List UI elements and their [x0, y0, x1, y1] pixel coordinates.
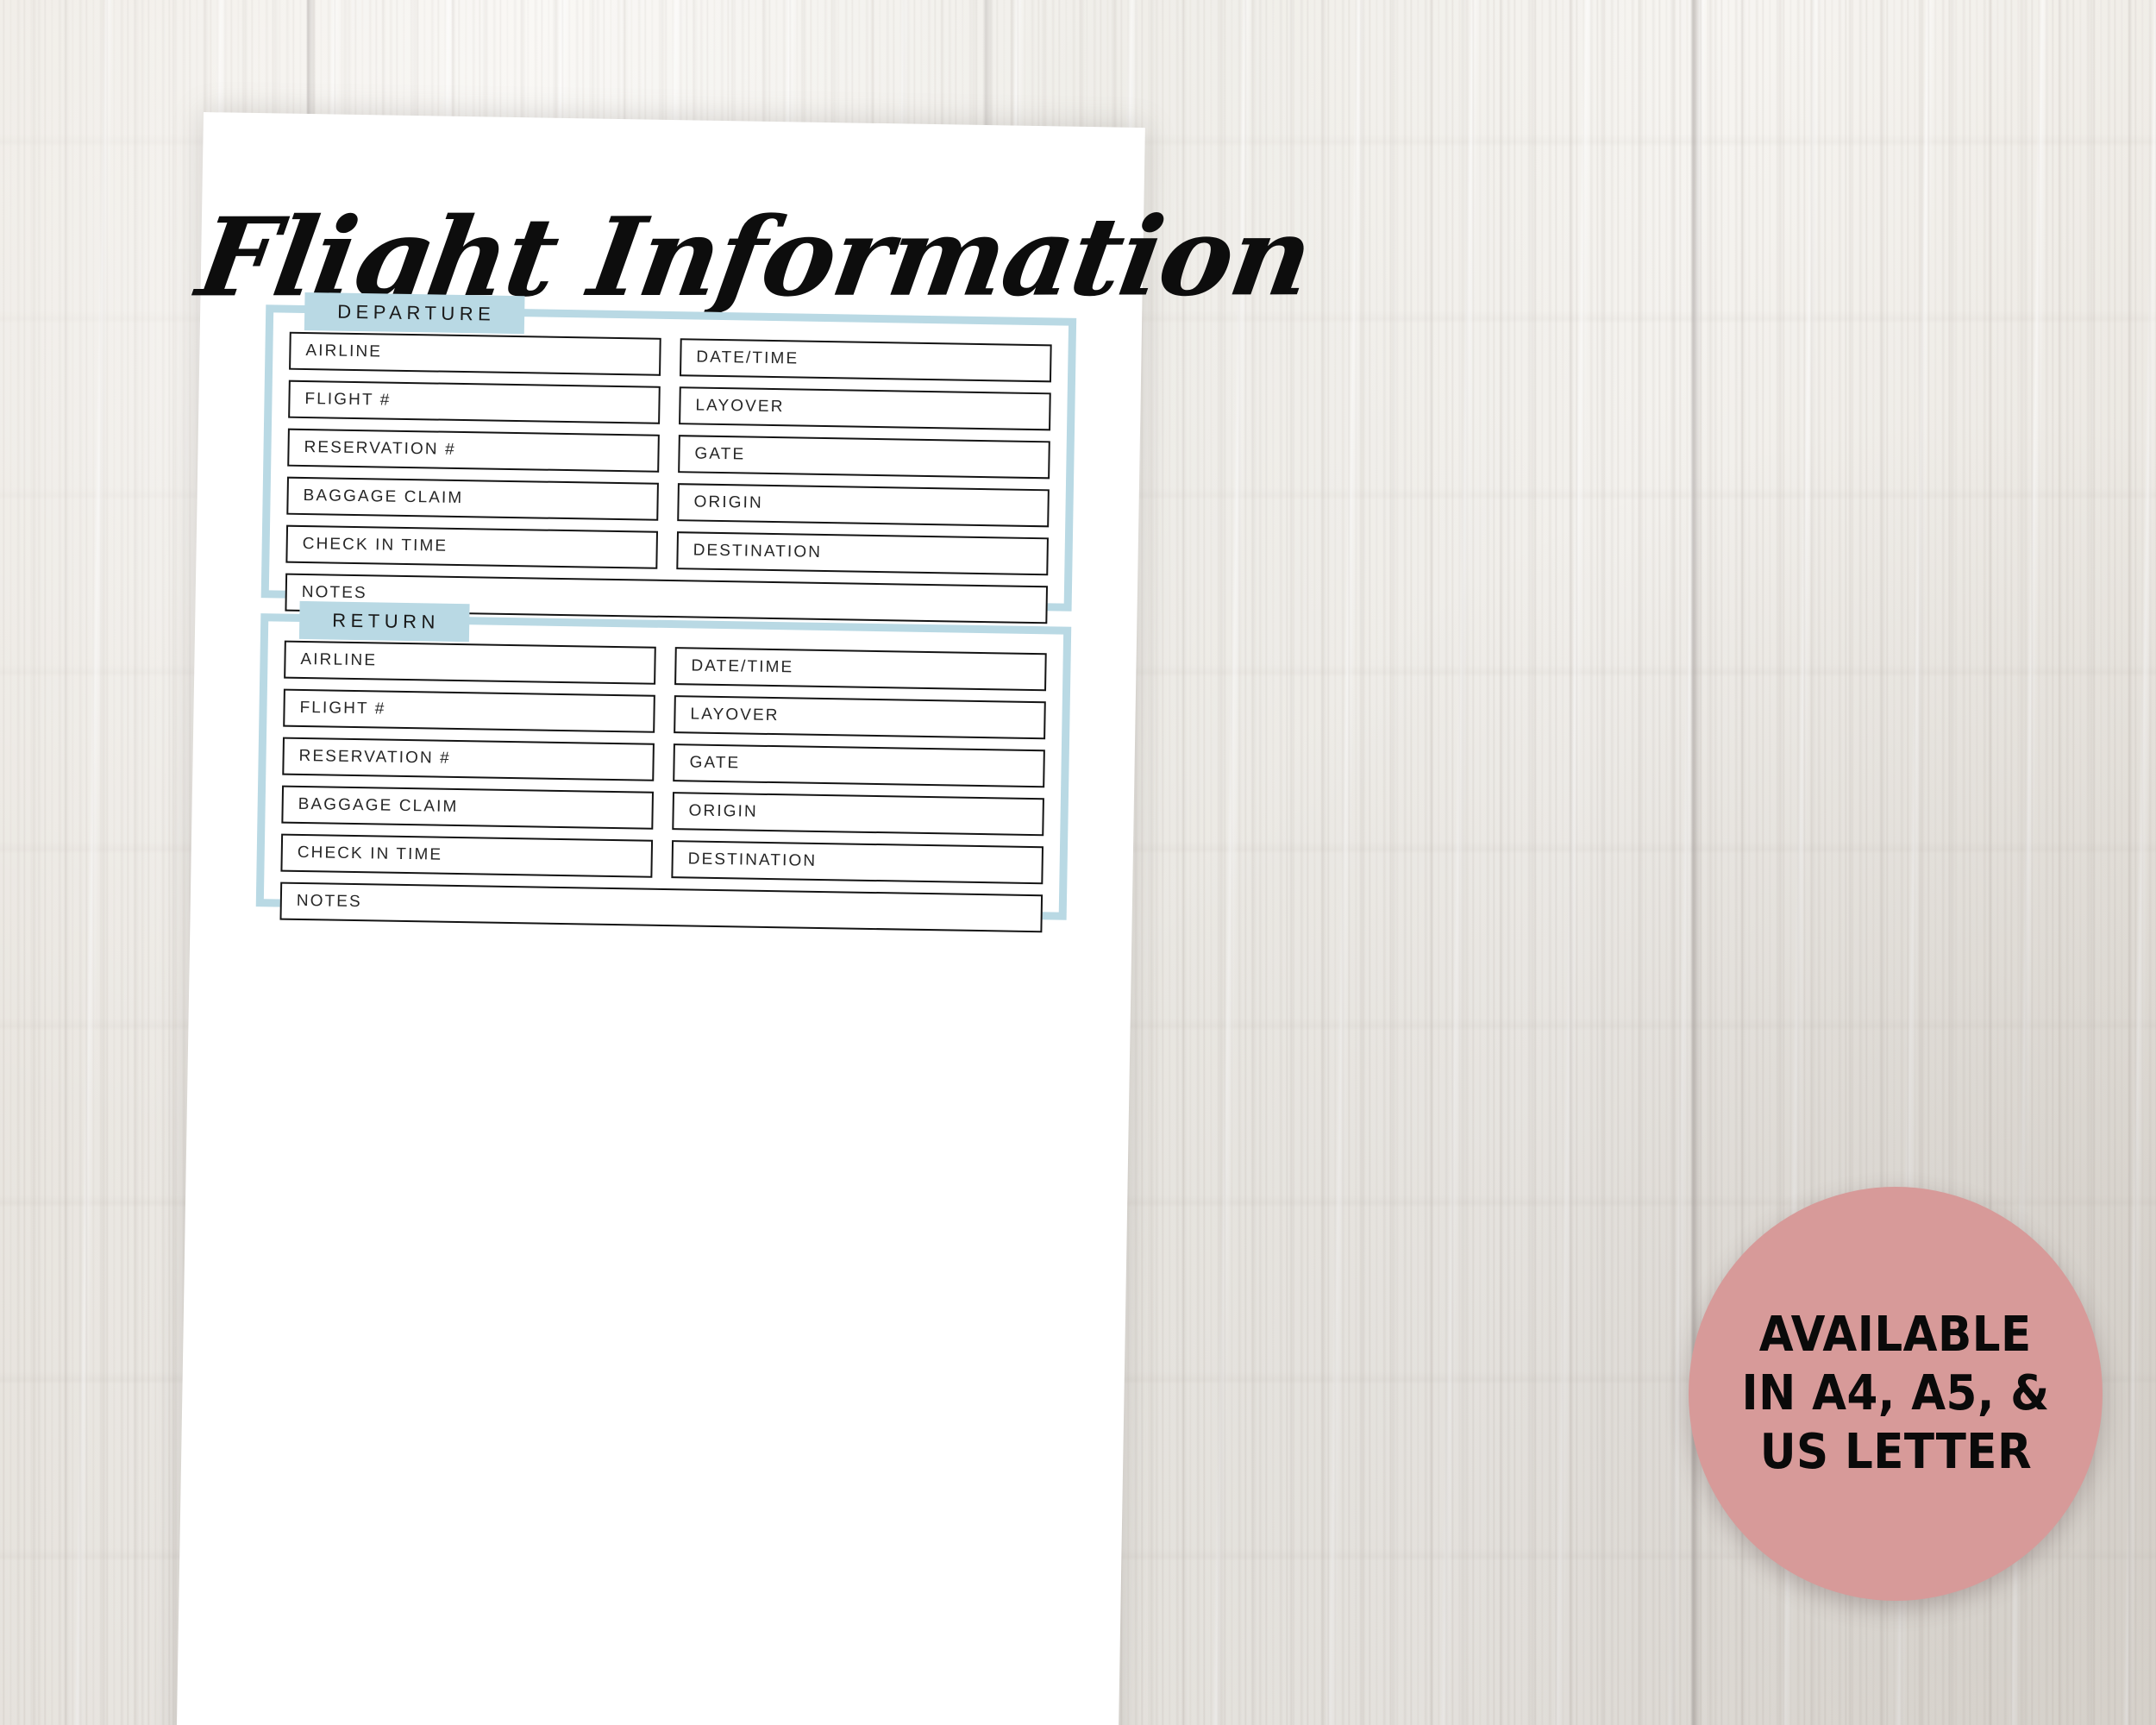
field-reservation-number[interactable]: RESERVATION # [287, 428, 660, 473]
field-label: ORIGIN [693, 492, 763, 512]
field-label: GATE [694, 444, 746, 464]
return-fields: AIRLINE FLIGHT # RESERVATION # BAGGAGE C… [279, 640, 1047, 944]
field-label: DESTINATION [693, 541, 823, 561]
section-departure: DEPARTURE AIRLINE FLIGHT # RESERVATION #… [260, 292, 1077, 624]
field-layover[interactable]: LAYOVER [674, 695, 1046, 740]
field-destination[interactable]: DESTINATION [671, 840, 1044, 885]
badge-line-3: US LETTER [1759, 1424, 2032, 1481]
field-label: CHECK IN TIME [302, 534, 448, 555]
field-label: GATE [689, 753, 741, 773]
field-date-time[interactable]: DATE/TIME [679, 338, 1052, 383]
field-label: DATE/TIME [691, 656, 794, 677]
departure-right-column: DATE/TIME LAYOVER GATE ORIGIN DESTINATIO… [667, 338, 1052, 586]
field-origin[interactable]: ORIGIN [672, 792, 1044, 837]
return-right-column: DATE/TIME LAYOVER GATE ORIGIN DESTINATIO… [661, 647, 1047, 894]
printable-paper-sheet: Flight Information DEPARTURE AIRLINE FLI… [176, 112, 1319, 1725]
field-label: CHECK IN TIME [297, 843, 443, 864]
field-airline[interactable]: AIRLINE [284, 640, 656, 685]
field-gate[interactable]: GATE [678, 435, 1050, 480]
field-flight-number[interactable]: FLIGHT # [288, 380, 661, 424]
field-baggage-claim[interactable]: BAGGAGE CLAIM [286, 476, 659, 521]
field-flight-number[interactable]: FLIGHT # [283, 688, 655, 733]
field-destination[interactable]: DESTINATION [676, 531, 1049, 576]
screenshot-stage: Flight Information DEPARTURE AIRLINE FLI… [0, 0, 2156, 1725]
field-origin[interactable]: ORIGIN [677, 483, 1050, 528]
field-label: AIRLINE [300, 649, 378, 670]
field-label: FLIGHT # [304, 389, 392, 410]
availability-badge: AVAILABLE IN A4, A5, & US LETTER [1689, 1187, 2103, 1601]
field-label: LAYOVER [690, 705, 780, 725]
section-tab-return: RETURN [298, 600, 470, 643]
field-check-in-time[interactable]: CHECK IN TIME [285, 524, 659, 569]
section-tab-departure: DEPARTURE [304, 292, 525, 335]
field-baggage-claim[interactable]: BAGGAGE CLAIM [281, 785, 655, 830]
field-label: NOTES [296, 891, 362, 912]
departure-left-column: AIRLINE FLIGHT # RESERVATION # BAGGAGE C… [285, 331, 671, 580]
field-reservation-number[interactable]: RESERVATION # [282, 737, 655, 781]
field-label: RESERVATION # [298, 746, 451, 768]
field-label: DESTINATION [687, 850, 818, 870]
field-label: BAGGAGE CLAIM [298, 794, 459, 817]
field-label: BAGGAGE CLAIM [303, 486, 464, 508]
field-label: RESERVATION # [304, 437, 456, 459]
field-label: ORIGIN [688, 801, 758, 821]
field-label: NOTES [301, 582, 367, 603]
badge-line-2: IN A4, A5, & [1741, 1364, 2050, 1421]
field-airline[interactable]: AIRLINE [289, 331, 661, 376]
field-label: FLIGHT # [299, 698, 386, 718]
return-left-column: AIRLINE FLIGHT # RESERVATION # BAGGAGE C… [280, 640, 666, 888]
field-label: AIRLINE [305, 342, 383, 361]
field-gate[interactable]: GATE [673, 743, 1045, 788]
field-check-in-time[interactable]: CHECK IN TIME [280, 833, 654, 878]
section-return: RETURN AIRLINE FLIGHT # RESERVATION # BA… [255, 600, 1072, 933]
field-layover[interactable]: LAYOVER [679, 386, 1051, 431]
field-label: LAYOVER [695, 396, 785, 417]
field-label: DATE/TIME [696, 348, 799, 368]
badge-line-1: AVAILABLE [1759, 1306, 2032, 1363]
paper-content: Flight Information DEPARTURE AIRLINE FLI… [176, 112, 1319, 1725]
field-date-time[interactable]: DATE/TIME [674, 647, 1047, 692]
departure-fields: AIRLINE FLIGHT # RESERVATION # BAGGAGE C… [285, 331, 1052, 635]
